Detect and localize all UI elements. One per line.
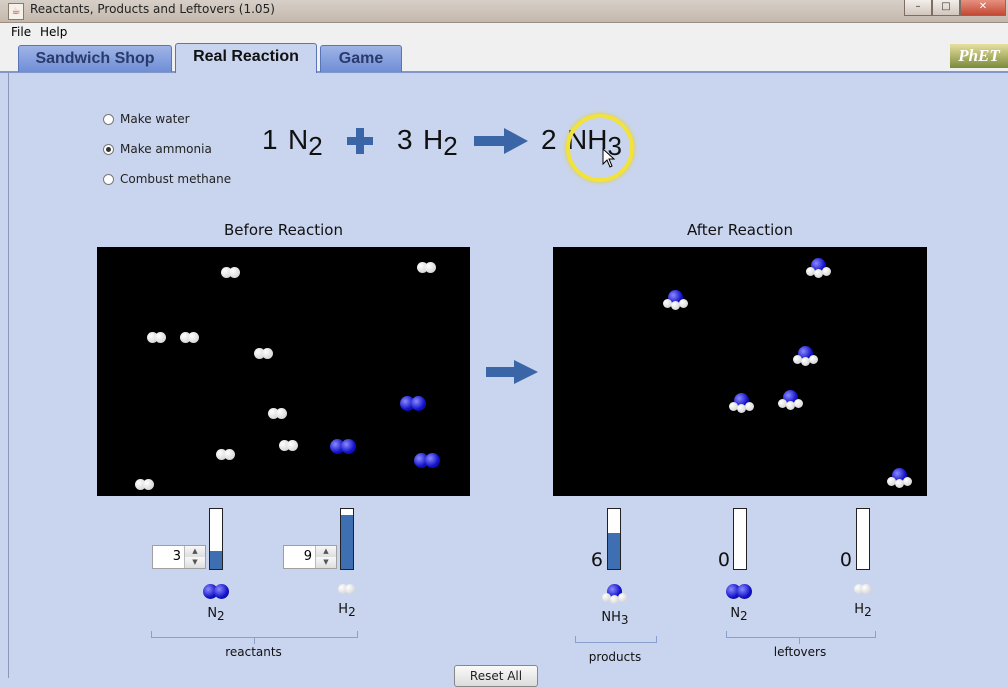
spinner-up-icon[interactable]: ▲ [316, 546, 336, 557]
window-title: Reactants, Products and Leftovers (1.05) [30, 2, 275, 16]
coefficient: 1 [262, 124, 278, 155]
coefficient: 2 [541, 124, 557, 155]
minimize-icon[interactable]: – [904, 0, 932, 16]
n2-quantity-value[interactable]: 3 [173, 549, 181, 564]
h2-leftover-gauge [856, 508, 870, 570]
equation-arrow-icon [474, 128, 528, 154]
tab-real-reaction[interactable]: Real Reaction [175, 43, 317, 73]
spinner-down-icon[interactable]: ▼ [316, 557, 336, 568]
equation-n2: 1 N2 [262, 124, 323, 161]
n2-leftover-label: N2 [730, 606, 748, 623]
n2-leftover-gauge [733, 508, 747, 570]
n2-quantity-spinner[interactable]: 3 ▲ ▼ [152, 545, 206, 569]
radio-button-icon[interactable] [103, 113, 114, 125]
nh3-product-label: NH3 [601, 610, 629, 627]
radio-button-icon[interactable] [103, 173, 114, 185]
coefficient: 3 [397, 124, 413, 155]
products-brace [575, 636, 657, 643]
subscript: 2 [443, 131, 458, 161]
menu-bar: File Help [0, 23, 1008, 41]
title-bar: ☕ Reactants, Products and Leftovers (1.0… [0, 0, 1008, 23]
equation-h2: 3 H2 [397, 124, 458, 161]
products-label: products [588, 650, 642, 664]
formula: H [423, 124, 444, 155]
radio-make-water[interactable]: Make water [103, 112, 190, 126]
subscript: 2 [308, 131, 323, 161]
spinner-buttons[interactable]: ▲ ▼ [184, 546, 205, 568]
spinner-down-icon[interactable]: ▼ [185, 557, 205, 568]
tab-bar: Sandwich Shop Real Reaction Game [0, 41, 1008, 73]
menu-file[interactable]: File [11, 25, 31, 39]
leftovers-brace [726, 631, 876, 638]
spinner-buttons[interactable]: ▲ ▼ [315, 546, 336, 568]
menu-help[interactable]: Help [40, 25, 67, 39]
radio-make-ammonia[interactable]: Make ammonia [103, 142, 212, 156]
reaction-arrow-icon [486, 360, 538, 384]
radio-combust-methane[interactable]: Combust methane [103, 172, 231, 186]
window-controls: – □ ✕ [904, 0, 1006, 16]
h2-reactant-gauge [340, 508, 354, 570]
nh3-product-count: 6 [590, 549, 603, 571]
maximize-icon[interactable]: □ [932, 0, 960, 16]
before-reaction-title: Before Reaction [224, 221, 343, 239]
leftovers-label: leftovers [773, 645, 827, 659]
phet-logo[interactable]: PhET [950, 44, 1008, 68]
reactants-brace [151, 631, 358, 638]
n2-reactant-label: N2 [207, 606, 225, 623]
after-reaction-box [553, 247, 927, 496]
nh3-product-gauge [607, 508, 621, 570]
close-icon[interactable]: ✕ [960, 0, 1006, 16]
h2-quantity-value[interactable]: 9 [304, 549, 312, 564]
radio-label: Make ammonia [120, 142, 212, 156]
brace-tip [254, 638, 255, 644]
java-app-icon: ☕ [8, 3, 24, 20]
spinner-up-icon[interactable]: ▲ [185, 546, 205, 557]
h2-leftover-label: H2 [854, 602, 872, 619]
h2-quantity-spinner[interactable]: 9 ▲ ▼ [283, 545, 337, 569]
brace-tip [799, 638, 800, 644]
before-reaction-box [97, 247, 470, 496]
radio-button-selected-icon[interactable] [103, 143, 114, 155]
cursor-highlight [566, 114, 634, 182]
mouse-cursor-icon [602, 148, 616, 168]
radio-label: Combust methane [120, 172, 232, 186]
formula: N [288, 124, 309, 155]
h2-leftover-count: 0 [839, 549, 852, 571]
after-reaction-title: After Reaction [687, 221, 793, 239]
n2-reactant-gauge [209, 508, 223, 570]
h2-reactant-label: H2 [338, 602, 356, 619]
tab-sandwich-shop[interactable]: Sandwich Shop [18, 45, 172, 72]
reset-all-button[interactable]: Reset All [454, 665, 538, 687]
plus-icon [347, 128, 373, 154]
radio-label: Make water [120, 112, 190, 126]
tab-game[interactable]: Game [320, 45, 402, 72]
n2-leftover-count: 0 [717, 549, 730, 571]
reactants-label: reactants [225, 645, 282, 659]
